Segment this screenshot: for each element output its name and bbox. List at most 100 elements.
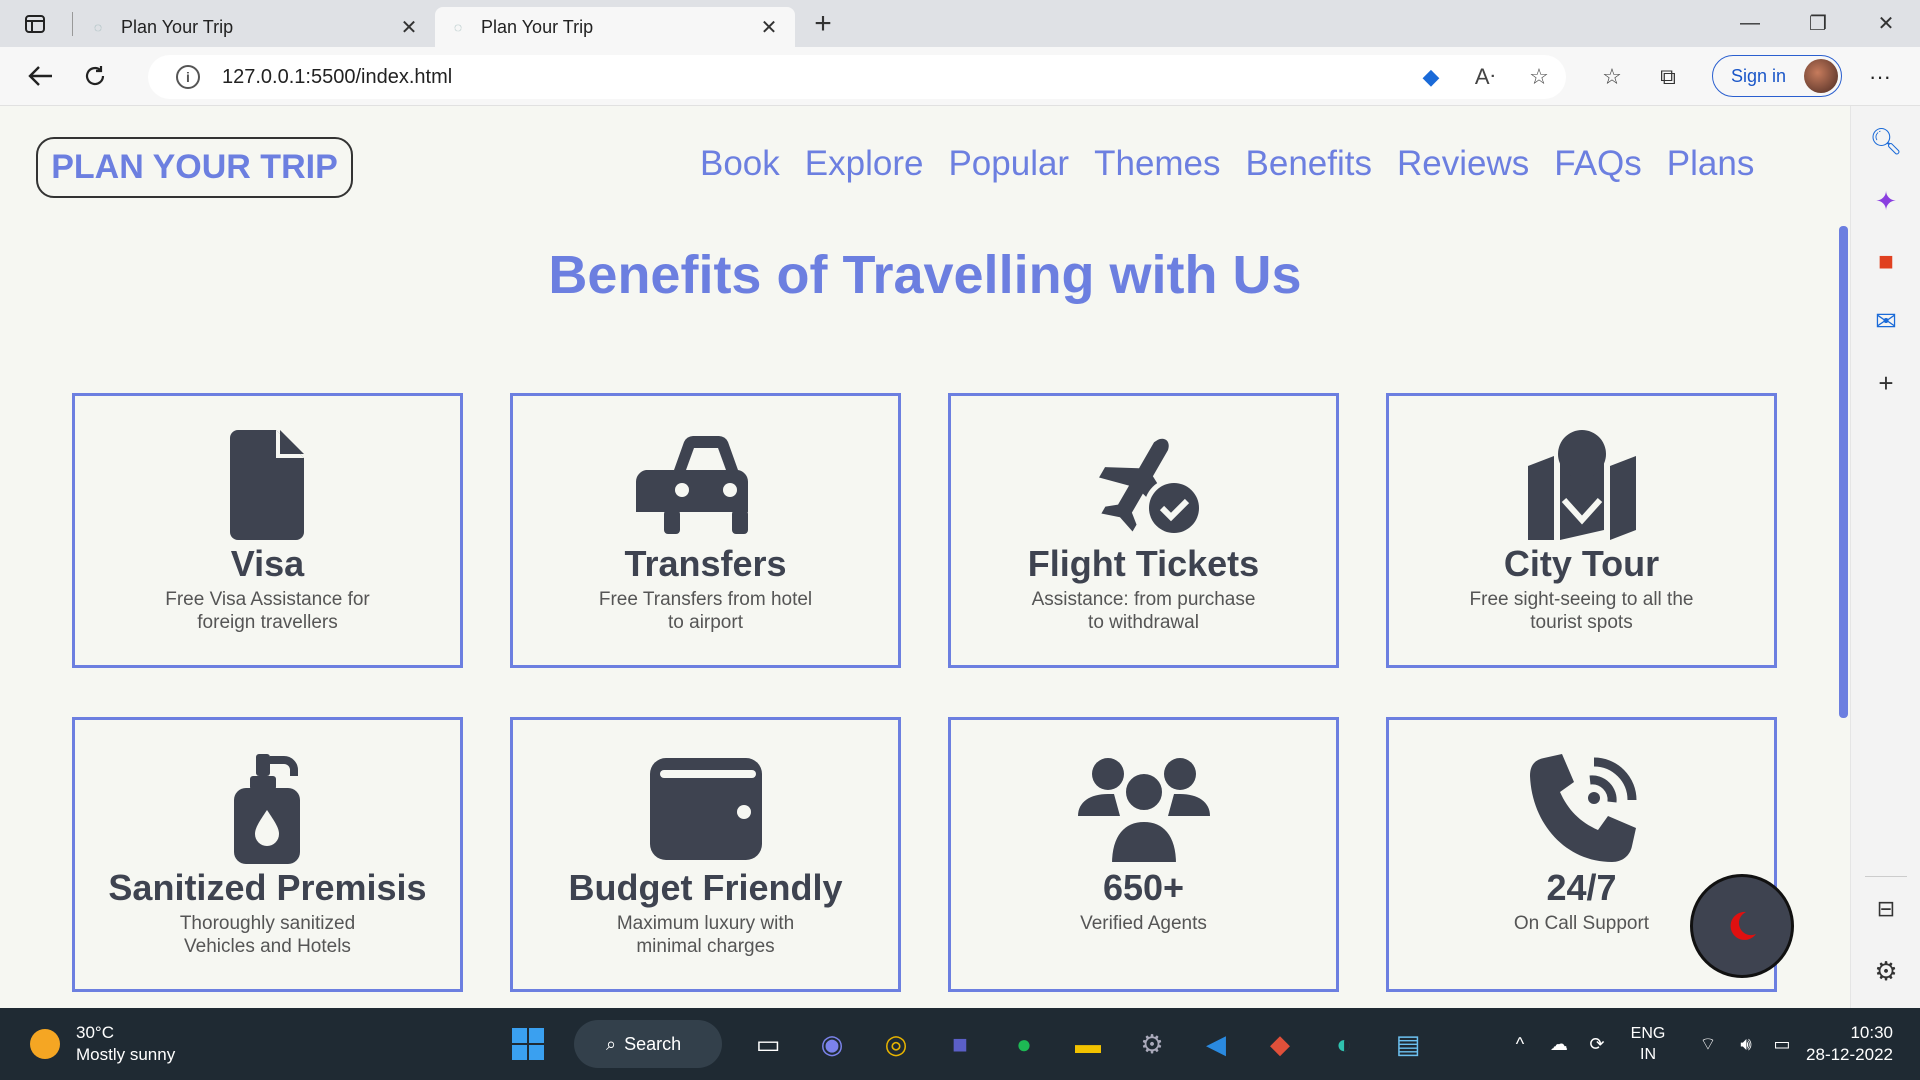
card-title: 650+ [1102, 867, 1185, 908]
main-nav: Book Explore Popular Themes Benefits Rev… [700, 144, 1779, 184]
browser-tab-2[interactable]: ◌ Plan Your Trip ✕ [435, 7, 795, 47]
card-desc: Verified Agents [1080, 913, 1207, 934]
office-icon[interactable]: ■ [1851, 246, 1920, 277]
card-desc: Assistance: from purchase to withdrawal [1031, 589, 1256, 633]
site-info-icon[interactable]: i [176, 65, 200, 89]
card-desc: Maximum luxury with minimal charges [616, 913, 795, 957]
close-tab-icon[interactable]: ✕ [757, 15, 781, 40]
back-icon[interactable] [14, 49, 68, 103]
sun-icon [30, 1029, 60, 1059]
avatar [1804, 59, 1838, 93]
favorites-icon[interactable]: ☆ [1584, 64, 1640, 90]
sign-in-label: Sign in [1731, 65, 1787, 86]
refresh-icon[interactable] [68, 49, 122, 103]
battery-icon[interactable]: ▭ [1764, 1034, 1800, 1055]
wifi-icon[interactable]: ⌔ [1688, 1033, 1728, 1056]
onedrive-icon[interactable]: ☁ [1540, 1034, 1578, 1055]
sidebar-divider [1865, 876, 1907, 877]
browser-tools: ☆ ⧉ [1584, 47, 1696, 106]
sync-icon[interactable]: ⟳ [1578, 1034, 1616, 1055]
search-icon: ⌕ [606, 1033, 617, 1054]
chrome-icon[interactable]: ◎ [864, 1008, 928, 1080]
tab-favicon-icon: ◌ [453, 19, 463, 35]
edge-icon[interactable]: ◐ [1312, 1008, 1376, 1080]
benefit-card-flight-tickets: Flight Tickets Assistance: from purchase… [948, 393, 1339, 668]
moon-icon [1730, 911, 1756, 940]
file-explorer-icon[interactable]: ▬ [1056, 1008, 1120, 1080]
copilot-icon[interactable]: ✦ [1851, 186, 1920, 217]
system-tray: ^ ☁ ⟳ ENG IN ⌔ 🔊︎ ▭ [1500, 1008, 1800, 1080]
nav-link-plans[interactable]: Plans [1667, 144, 1755, 184]
clock[interactable]: 10:30 28-12-2022 [1806, 1022, 1893, 1066]
card-title: Sanitized Premisis [108, 867, 427, 908]
settings-icon[interactable]: ⚙ [1120, 1008, 1184, 1080]
date: 28-12-2022 [1806, 1045, 1893, 1064]
more-icon[interactable]: ··· [1856, 47, 1904, 106]
card-title: Transfers [624, 543, 787, 584]
card-desc: Free sight-seeing to all the tourist spo… [1469, 589, 1694, 633]
settings-gear-icon[interactable]: ⚙ [1851, 956, 1920, 987]
card-title: Flight Tickets [1027, 543, 1260, 584]
nav-link-popular[interactable]: Popular [948, 144, 1069, 184]
nav-link-book[interactable]: Book [700, 144, 780, 184]
new-tab-icon[interactable]: + [795, 7, 851, 41]
car-icon [635, 436, 748, 534]
tab-actions-icon[interactable] [0, 0, 70, 47]
volume-icon[interactable]: 🔊︎ [1728, 1034, 1764, 1055]
taskbar-search-label: Search [624, 1033, 682, 1054]
card-title: Budget Friendly [568, 867, 843, 908]
outlook-icon[interactable]: ✉ [1851, 306, 1920, 337]
chat-icon[interactable]: ◉ [800, 1008, 864, 1080]
windows-start-icon[interactable] [496, 1008, 560, 1080]
git-icon[interactable]: ◆ [1248, 1008, 1312, 1080]
card-title: City Tour [1503, 543, 1660, 584]
tab-favicon-icon: ◌ [93, 19, 103, 35]
vscode-icon[interactable]: ◀ [1184, 1008, 1248, 1080]
close-window-icon[interactable]: ✕ [1852, 0, 1920, 47]
notepad-icon[interactable]: ▤ [1376, 1008, 1440, 1080]
browser-tab-1[interactable]: ◌ Plan Your Trip ✕ [75, 7, 435, 47]
coupon-tag-icon[interactable]: ◆ [1404, 64, 1458, 90]
benefit-card-budget: Budget Friendly Maximum luxury with mini… [510, 717, 901, 992]
card-desc: Free Transfers from hotel to airport [598, 589, 813, 633]
nav-link-benefits[interactable]: Benefits [1246, 144, 1372, 184]
read-aloud-icon[interactable]: Aᐧ [1458, 64, 1512, 90]
weather-widget[interactable]: 30°C Mostly sunny [30, 1022, 175, 1066]
sign-in-button[interactable]: Sign in [1712, 55, 1842, 97]
spotify-icon[interactable]: ● [992, 1008, 1056, 1080]
close-tab-icon[interactable]: ✕ [397, 15, 421, 40]
add-favorite-icon[interactable]: ☆ [1512, 64, 1566, 90]
nav-link-reviews[interactable]: Reviews [1397, 144, 1529, 184]
taskbar-apps: ⌕ Search ▭ ◉ ◎ ■ ● ▬ ⚙ ◀ ◆ ◐ ▤ [496, 1008, 1440, 1080]
benefit-card-agents: 650+ Verified Agents [948, 717, 1339, 992]
taskbar-search[interactable]: ⌕ Search [574, 1020, 722, 1068]
search-icon[interactable]: 🔍︎ [1851, 126, 1920, 157]
url-bar[interactable]: i 127.0.0.1:5500/index.html ◆ Aᐧ ☆ [148, 55, 1566, 99]
page-scrollbar[interactable] [1839, 226, 1848, 718]
url-actions: ◆ Aᐧ ☆ [1404, 55, 1566, 99]
restore-icon[interactable]: ❐ [1784, 0, 1852, 47]
card-desc: Free Visa Assistance for foreign travell… [165, 589, 370, 633]
task-view-icon[interactable]: ▭ [736, 1008, 800, 1080]
card-title: 24/7 [1546, 867, 1617, 908]
add-icon[interactable]: + [1851, 368, 1920, 399]
benefits-grid: Visa Free Visa Assistance for foreign tr… [72, 393, 1779, 993]
lang-top: ENG [1630, 1025, 1666, 1042]
edge-sidebar: 🔍︎ ✦ ■ ✉ + ⊟ ⚙ [1850, 106, 1920, 1008]
nav-link-faqs[interactable]: FAQs [1554, 144, 1642, 184]
minimize-icon[interactable]: — [1716, 0, 1784, 47]
phone-volume-icon [1529, 754, 1636, 862]
wallet-icon [649, 758, 762, 860]
tab-title: Plan Your Trip [481, 16, 594, 37]
dark-mode-toggle[interactable] [1690, 874, 1794, 978]
teams-icon[interactable]: ■ [928, 1008, 992, 1080]
collections-icon[interactable]: ⧉ [1640, 64, 1696, 90]
hide-sidebar-icon[interactable]: ⊟ [1851, 896, 1920, 922]
language-indicator[interactable]: ENG IN [1620, 1023, 1676, 1065]
brand-logo[interactable]: PLAN YOUR TRIP [36, 137, 353, 198]
time: 10:30 [1850, 1023, 1893, 1042]
nav-link-themes[interactable]: Themes [1094, 144, 1220, 184]
nav-link-explore[interactable]: Explore [805, 144, 924, 184]
map-location-icon [1527, 430, 1636, 540]
tray-overflow-icon[interactable]: ^ [1500, 1034, 1540, 1055]
